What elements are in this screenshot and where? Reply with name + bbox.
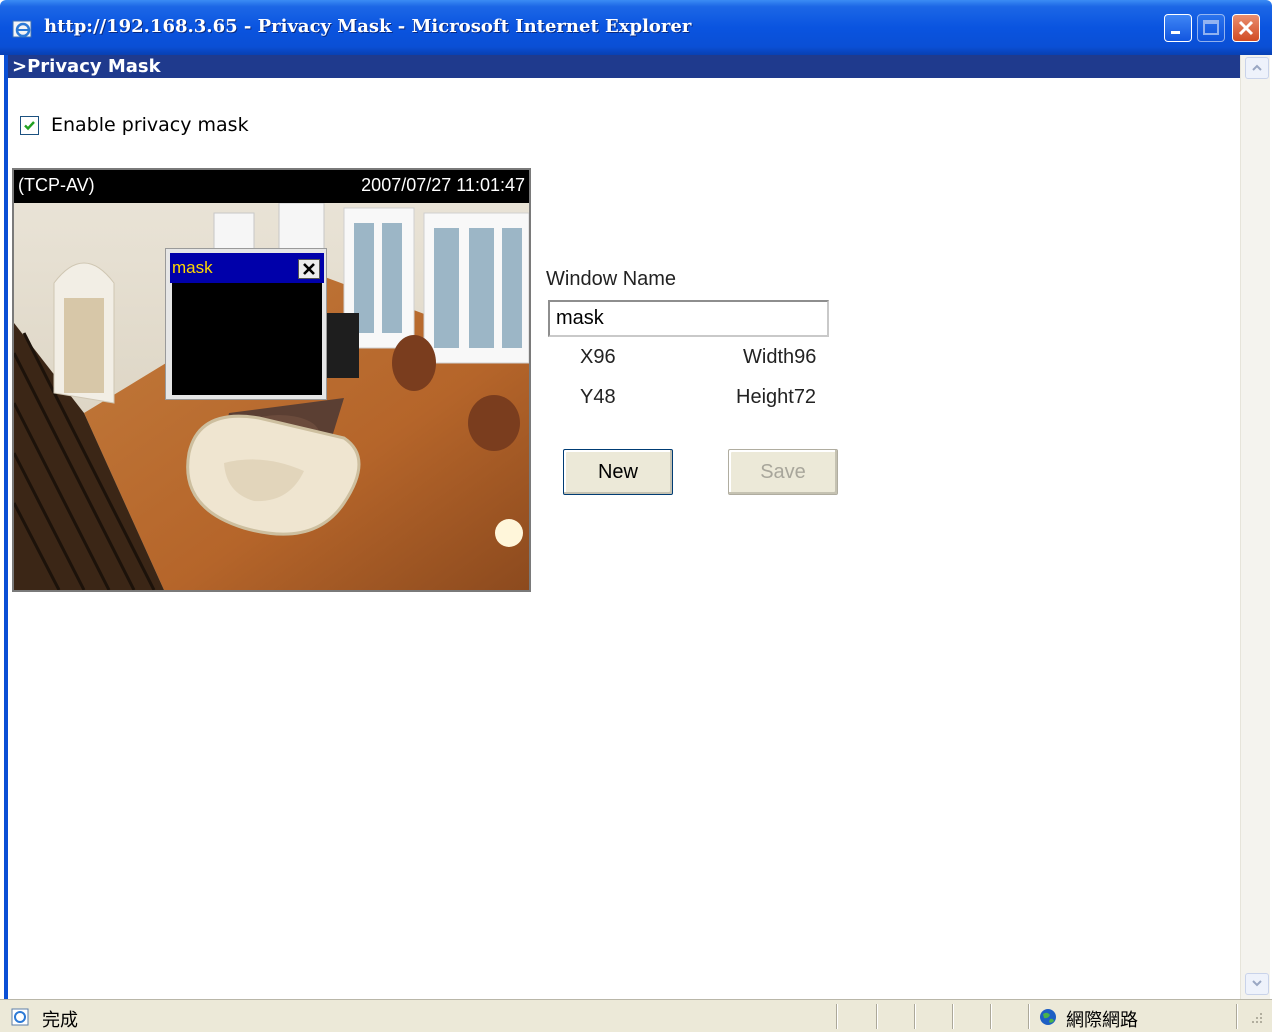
internet-explorer-icon: [12, 20, 32, 38]
width-value: Width96: [743, 346, 817, 368]
status-divider: [914, 1004, 916, 1029]
window-name-input[interactable]: [548, 300, 829, 337]
x-value: X96: [580, 346, 616, 368]
enable-privacy-mask-row: Enable privacy mask: [20, 114, 249, 136]
minimize-button[interactable]: [1164, 14, 1192, 42]
close-button[interactable]: [1232, 14, 1260, 42]
status-bar: 完成 網際網路: [0, 999, 1272, 1032]
close-icon: [1238, 20, 1254, 36]
status-divider: [1028, 1004, 1030, 1029]
maximize-button[interactable]: [1197, 14, 1225, 42]
mask-area[interactable]: [172, 283, 322, 395]
page-done-icon: [11, 1008, 29, 1026]
status-divider: [836, 1004, 838, 1029]
status-divider: [952, 1004, 954, 1029]
video-protocol: (TCP-AV): [18, 175, 95, 195]
page-header: >Privacy Mask: [8, 55, 1240, 78]
save-button[interactable]: Save: [728, 449, 838, 495]
video-timestamp: 2007/07/27 11:01:47: [361, 175, 525, 195]
minimize-icon: [1171, 31, 1180, 34]
video-info-bar: (TCP-AV) 2007/07/27 11:01:47: [14, 170, 529, 200]
maximize-icon: [1203, 20, 1219, 35]
mask-window-close-button[interactable]: [298, 259, 320, 279]
status-divider: [876, 1004, 878, 1029]
checkmark-icon: [24, 120, 35, 130]
mask-window-title: mask: [172, 258, 213, 277]
chevron-down-icon: [1252, 980, 1262, 987]
vertical-scrollbar[interactable]: [1240, 55, 1270, 999]
new-button[interactable]: New: [563, 449, 673, 495]
status-text: 完成: [42, 1010, 78, 1031]
enable-privacy-mask-checkbox[interactable]: [20, 115, 39, 135]
window-title: http://192.168.3.65 - Privacy Mask - Mic…: [44, 16, 692, 37]
window-name-label: Window Name: [546, 268, 677, 290]
close-icon: [303, 263, 315, 275]
enable-privacy-mask-label: Enable privacy mask: [51, 114, 249, 136]
mask-window-title-bar[interactable]: mask: [170, 253, 324, 283]
status-divider: [1236, 1004, 1238, 1029]
mask-window[interactable]: mask: [165, 248, 327, 400]
chevron-up-icon: [1252, 64, 1262, 71]
resize-grip-icon[interactable]: [1248, 1010, 1264, 1026]
height-value: Height72: [736, 386, 817, 408]
scroll-down-button[interactable]: [1245, 973, 1269, 995]
internet-zone-icon: [1040, 1009, 1056, 1025]
y-value: Y48: [580, 386, 616, 408]
scroll-up-button[interactable]: [1245, 57, 1269, 79]
security-zone-label: 網際網路: [1066, 1010, 1138, 1031]
title-bar: http://192.168.3.65 - Privacy Mask - Mic…: [0, 0, 1272, 55]
status-divider: [990, 1004, 992, 1029]
